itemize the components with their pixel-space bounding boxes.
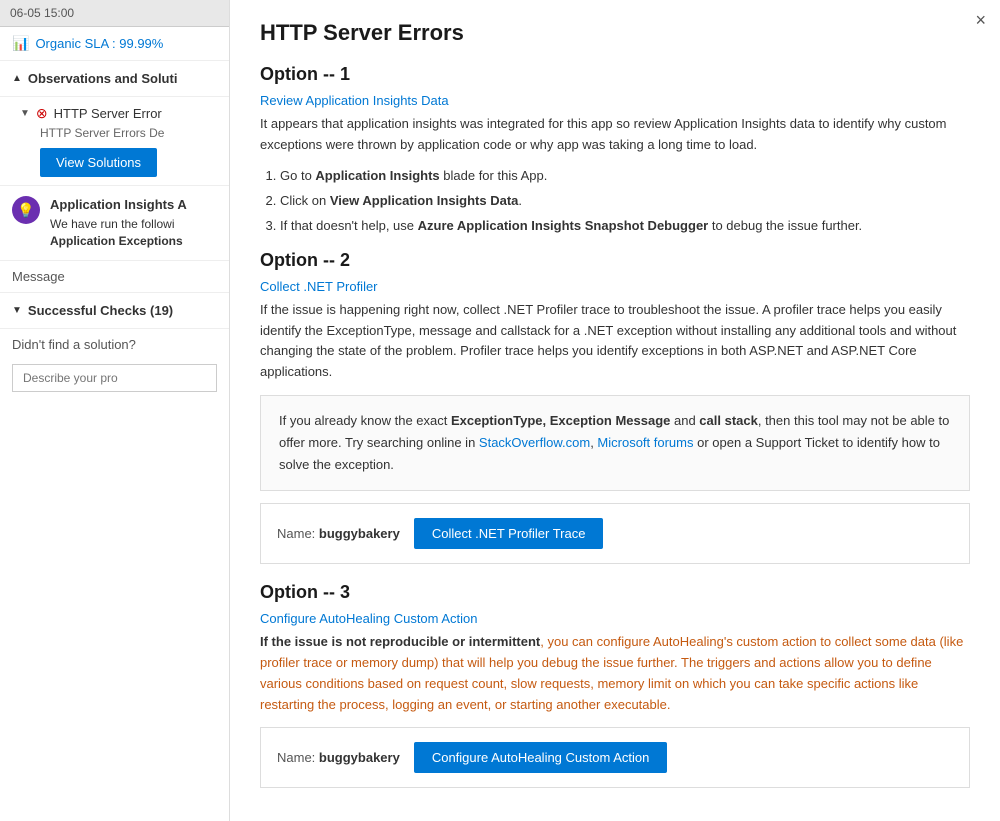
step-1-bold: Application Insights <box>315 168 439 183</box>
insight-icon: 💡 <box>12 196 40 224</box>
step-1: Go to Application Insights blade for thi… <box>280 164 970 187</box>
chevron-down-icon-checks: ▼ <box>12 305 22 316</box>
error-circle-icon: ⊗ <box>36 105 48 122</box>
option-2-subtitle: Collect .NET Profiler <box>260 279 970 294</box>
callout-plain-1: If you already know the exact <box>279 413 451 428</box>
collect-profiler-button[interactable]: Collect .NET Profiler Trace <box>414 518 604 549</box>
close-button[interactable]: × <box>975 10 986 31</box>
error-desc: HTTP Server Errors De <box>20 126 217 140</box>
callout-box: If you already know the exact ExceptionT… <box>260 395 970 491</box>
configure-autohealing-button[interactable]: Configure AutoHealing Custom Action <box>414 742 668 773</box>
observations-label: Observations and Soluti <box>28 71 178 86</box>
success-checks-label: Successful Checks (19) <box>28 303 173 318</box>
option-2-action-row: Name: buggybakery Collect .NET Profiler … <box>260 503 970 564</box>
option-3-subtitle: Configure AutoHealing Custom Action <box>260 611 970 626</box>
step-3-bold: Azure Application Insights Snapshot Debu… <box>418 218 709 233</box>
option-2-name-label: Name: buggybakery <box>277 526 400 541</box>
chevron-up-icon: ▲ <box>12 73 22 84</box>
option-2-desc: If the issue is happening right now, col… <box>260 300 970 383</box>
option-1-subtitle: Review Application Insights Data <box>260 93 970 108</box>
sla-label: Organic SLA : 99.99% <box>35 36 163 51</box>
right-panel: × HTTP Server Errors Option -- 1 Review … <box>230 0 1000 821</box>
option-3-name-label: Name: buggybakery <box>277 750 400 765</box>
option-3-section: Option -- 3 Configure AutoHealing Custom… <box>260 582 970 788</box>
chart-icon: 📊 <box>12 35 29 52</box>
microsoft-forums-link[interactable]: Microsoft forums <box>597 435 693 450</box>
didnt-find: Didn't find a solution? <box>0 329 229 360</box>
left-panel: 06-05 15:00 📊 Organic SLA : 99.99% ▲ Obs… <box>0 0 230 821</box>
view-solutions-button[interactable]: View Solutions <box>40 148 157 177</box>
stackoverflow-link[interactable]: StackOverflow.com <box>479 435 590 450</box>
option-3-title: Option -- 3 <box>260 582 970 603</box>
top-bar: 06-05 15:00 <box>0 0 229 27</box>
describe-input[interactable] <box>12 364 217 392</box>
error-title: HTTP Server Error <box>54 106 162 121</box>
step-2-bold: View Application Insights Data <box>330 193 519 208</box>
error-item-header: ▼ ⊗ HTTP Server Error <box>20 105 217 122</box>
insight-desc: We have run the followi <box>50 216 187 233</box>
option-1-steps: Go to Application Insights blade for thi… <box>280 164 970 238</box>
insight-text: Application Insights A We have run the f… <box>50 196 187 250</box>
option-1-title: Option -- 1 <box>260 64 970 85</box>
top-bar-date: 06-05 15:00 <box>10 6 74 20</box>
option-3-action-row: Name: buggybakery Configure AutoHealing … <box>260 727 970 788</box>
callout-bold-1: ExceptionType, Exception Message <box>451 413 670 428</box>
chevron-down-icon: ▼ <box>20 108 30 119</box>
option-3-desc: If the issue is not reproducible or inte… <box>260 632 970 715</box>
organic-sla-row: 📊 Organic SLA : 99.99% <box>0 27 229 61</box>
option-1-section: Option -- 1 Review Application Insights … <box>260 64 970 238</box>
autoheal-bold: If the issue is not reproducible or inte… <box>260 634 540 649</box>
step-3: If that doesn't help, use Azure Applicat… <box>280 214 970 237</box>
option-2-section: Option -- 2 Collect .NET Profiler If the… <box>260 250 970 564</box>
insight-title: Application Insights A <box>50 196 187 214</box>
success-checks[interactable]: ▼ Successful Checks (19) <box>0 293 229 329</box>
error-item: ▼ ⊗ HTTP Server Error HTTP Server Errors… <box>0 97 229 186</box>
insight-item: 💡 Application Insights A We have run the… <box>0 186 229 261</box>
option-3-name-value: buggybakery <box>319 750 400 765</box>
option-2-title: Option -- 2 <box>260 250 970 271</box>
insight-sub: Application Exceptions <box>50 233 187 250</box>
callout-plain-2: and <box>670 413 699 428</box>
option-1-desc: It appears that application insights was… <box>260 114 970 156</box>
option-2-name-value: buggybakery <box>319 526 400 541</box>
observations-section-header[interactable]: ▲ Observations and Soluti <box>0 61 229 97</box>
callout-bold-2: call stack <box>699 413 758 428</box>
main-title: HTTP Server Errors <box>260 20 970 46</box>
step-2: Click on View Application Insights Data. <box>280 189 970 212</box>
message-label: Message <box>0 261 229 293</box>
